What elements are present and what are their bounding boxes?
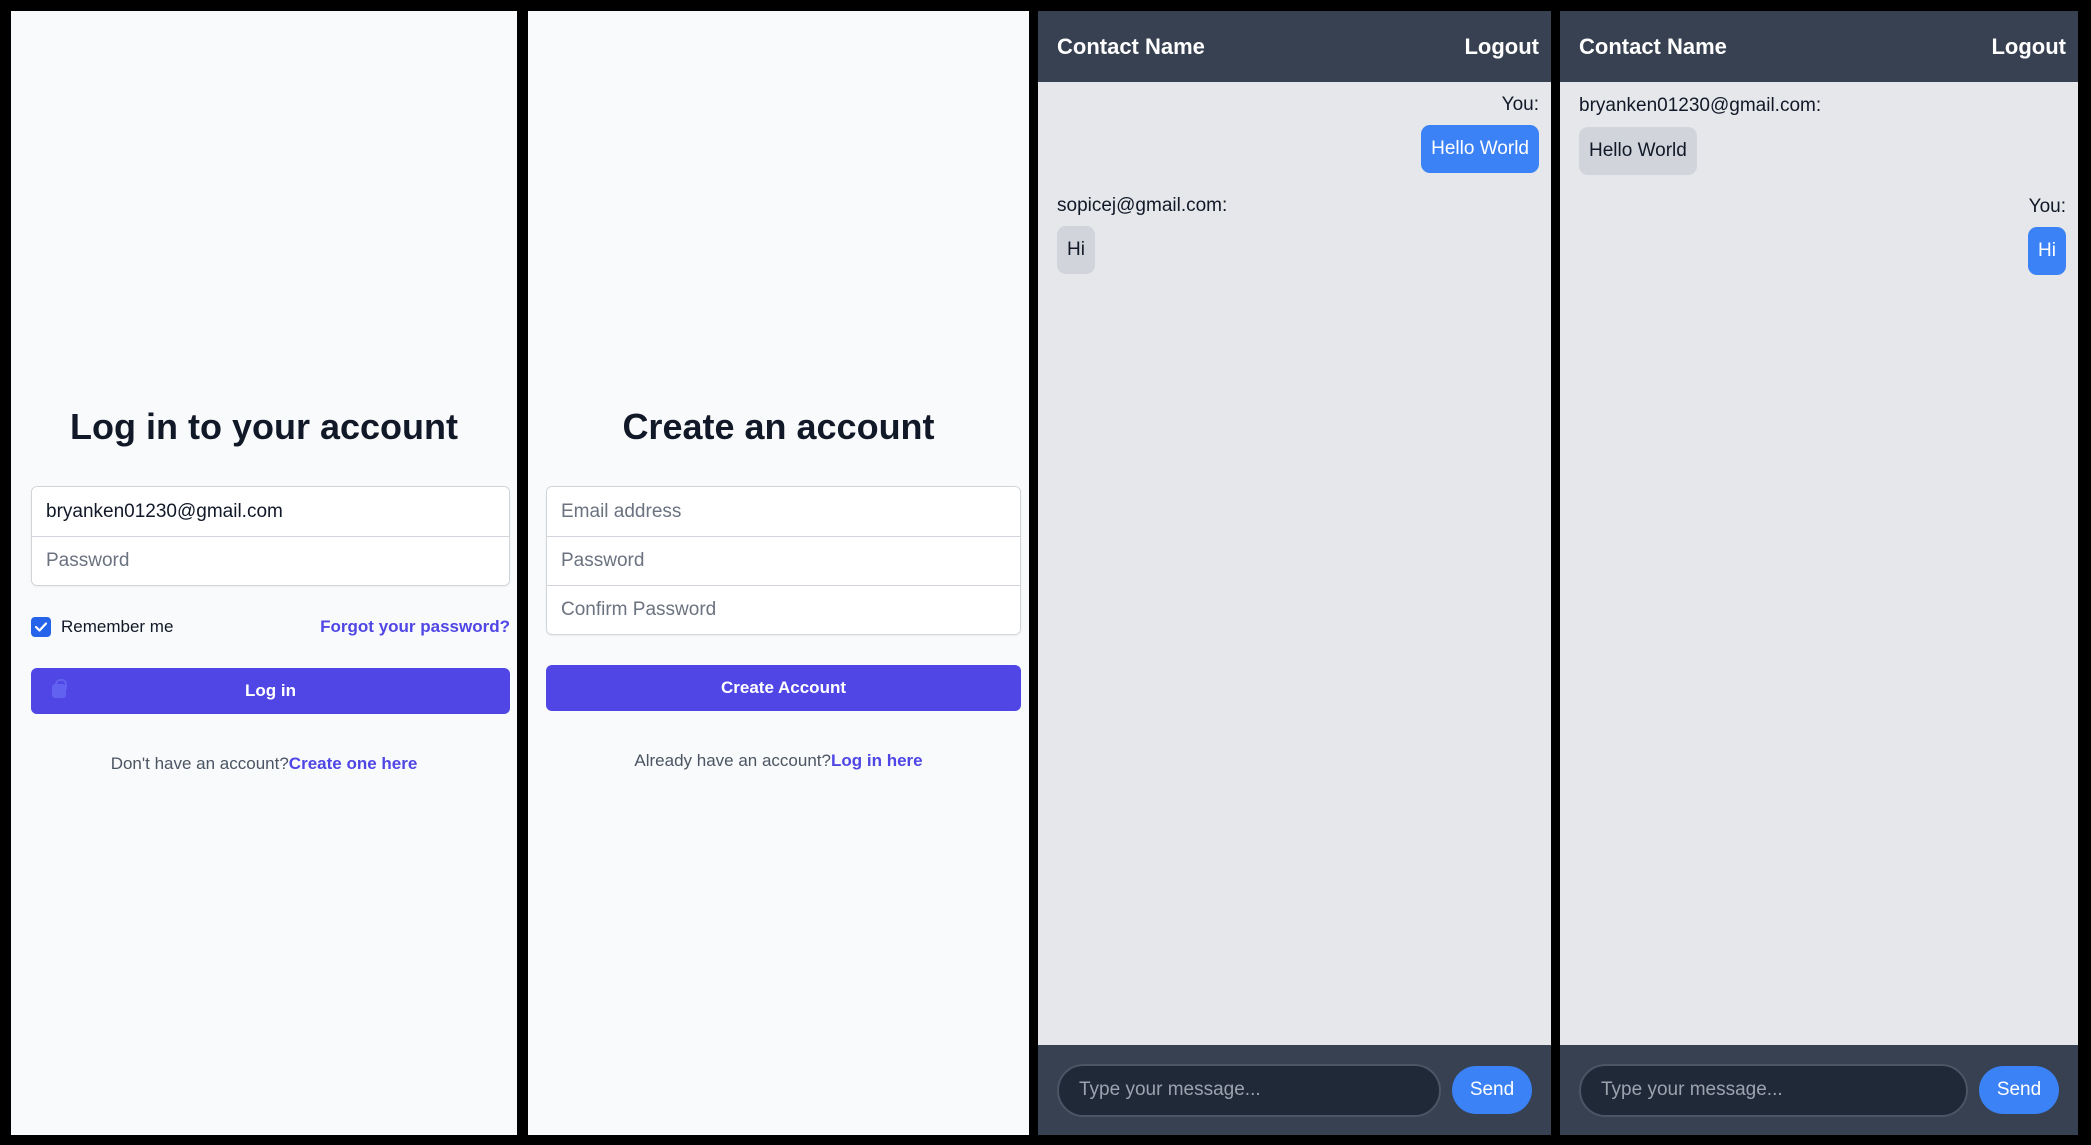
chat-header: Contact Name Logout	[1560, 11, 2078, 82]
create-account-button[interactable]: Create Account	[546, 665, 1021, 711]
confirm-password-field[interactable]	[547, 585, 1020, 634]
lock-icon	[52, 679, 67, 698]
remember-row: Remember me Forgot your password?	[31, 614, 510, 640]
chat-header: Contact Name Logout	[1038, 11, 1551, 82]
email-field[interactable]	[547, 487, 1020, 536]
send-button[interactable]: Send	[1452, 1066, 1532, 1114]
message-bubble-sent: Hello World	[1421, 125, 1539, 173]
register-panel: Create an account Create Account Already…	[528, 11, 1029, 1135]
message-sender: sopicej@gmail.com:	[1057, 195, 1228, 216]
login-panel: Log in to your account Remember me Forgo…	[11, 11, 517, 1135]
email-field[interactable]	[32, 487, 509, 536]
register-fields	[546, 486, 1021, 635]
contact-name: Contact Name	[1579, 33, 1727, 59]
message-bubble-sent: Hi	[2028, 227, 2066, 275]
have-account-text: Already have an account?	[634, 751, 831, 770]
create-account-prompt: Don't have an account?Create one here	[11, 754, 517, 774]
logout-button[interactable]: Logout	[1464, 34, 1539, 60]
password-field[interactable]	[547, 536, 1020, 585]
chat-panel: Contact Name Logout bryanken01230@gmail.…	[1560, 11, 2078, 1135]
message-sender: You:	[2028, 196, 2066, 217]
message-bubble-received: Hello World	[1579, 127, 1697, 175]
message-sender: You:	[1501, 94, 1539, 115]
chat-footer: Send	[1560, 1045, 2078, 1135]
login-title: Log in to your account	[70, 406, 458, 447]
message-bubble-received: Hi	[1057, 226, 1095, 274]
check-icon	[34, 622, 48, 632]
chat-panel: Contact Name Logout You: Hello World sop…	[1038, 11, 1551, 1135]
message-input[interactable]	[1057, 1063, 1441, 1117]
login-fields	[31, 486, 510, 586]
send-button[interactable]: Send	[1979, 1066, 2059, 1114]
remember-checkbox[interactable]	[31, 617, 51, 637]
logout-button[interactable]: Logout	[1991, 34, 2066, 60]
login-link[interactable]: Log in here	[831, 751, 923, 770]
remember-label: Remember me	[61, 617, 174, 636]
create-account-link[interactable]: Create one here	[289, 754, 418, 773]
login-prompt: Already have an account?Log in here	[528, 751, 1029, 771]
remember-me: Remember me	[31, 617, 173, 637]
password-field[interactable]	[32, 536, 509, 585]
message-sender: bryanken01230@gmail.com:	[1579, 95, 1822, 116]
login-button-label: Log in	[245, 681, 296, 700]
no-account-text: Don't have an account?	[110, 754, 289, 773]
register-title: Create an account	[622, 406, 935, 447]
create-account-button-label: Create Account	[720, 678, 846, 697]
forgot-password-link[interactable]: Forgot your password?	[320, 617, 510, 637]
login-button[interactable]: Log in	[31, 668, 510, 714]
contact-name: Contact Name	[1057, 33, 1205, 59]
message-input[interactable]	[1579, 1063, 1968, 1117]
chat-footer: Send	[1038, 1045, 1551, 1135]
